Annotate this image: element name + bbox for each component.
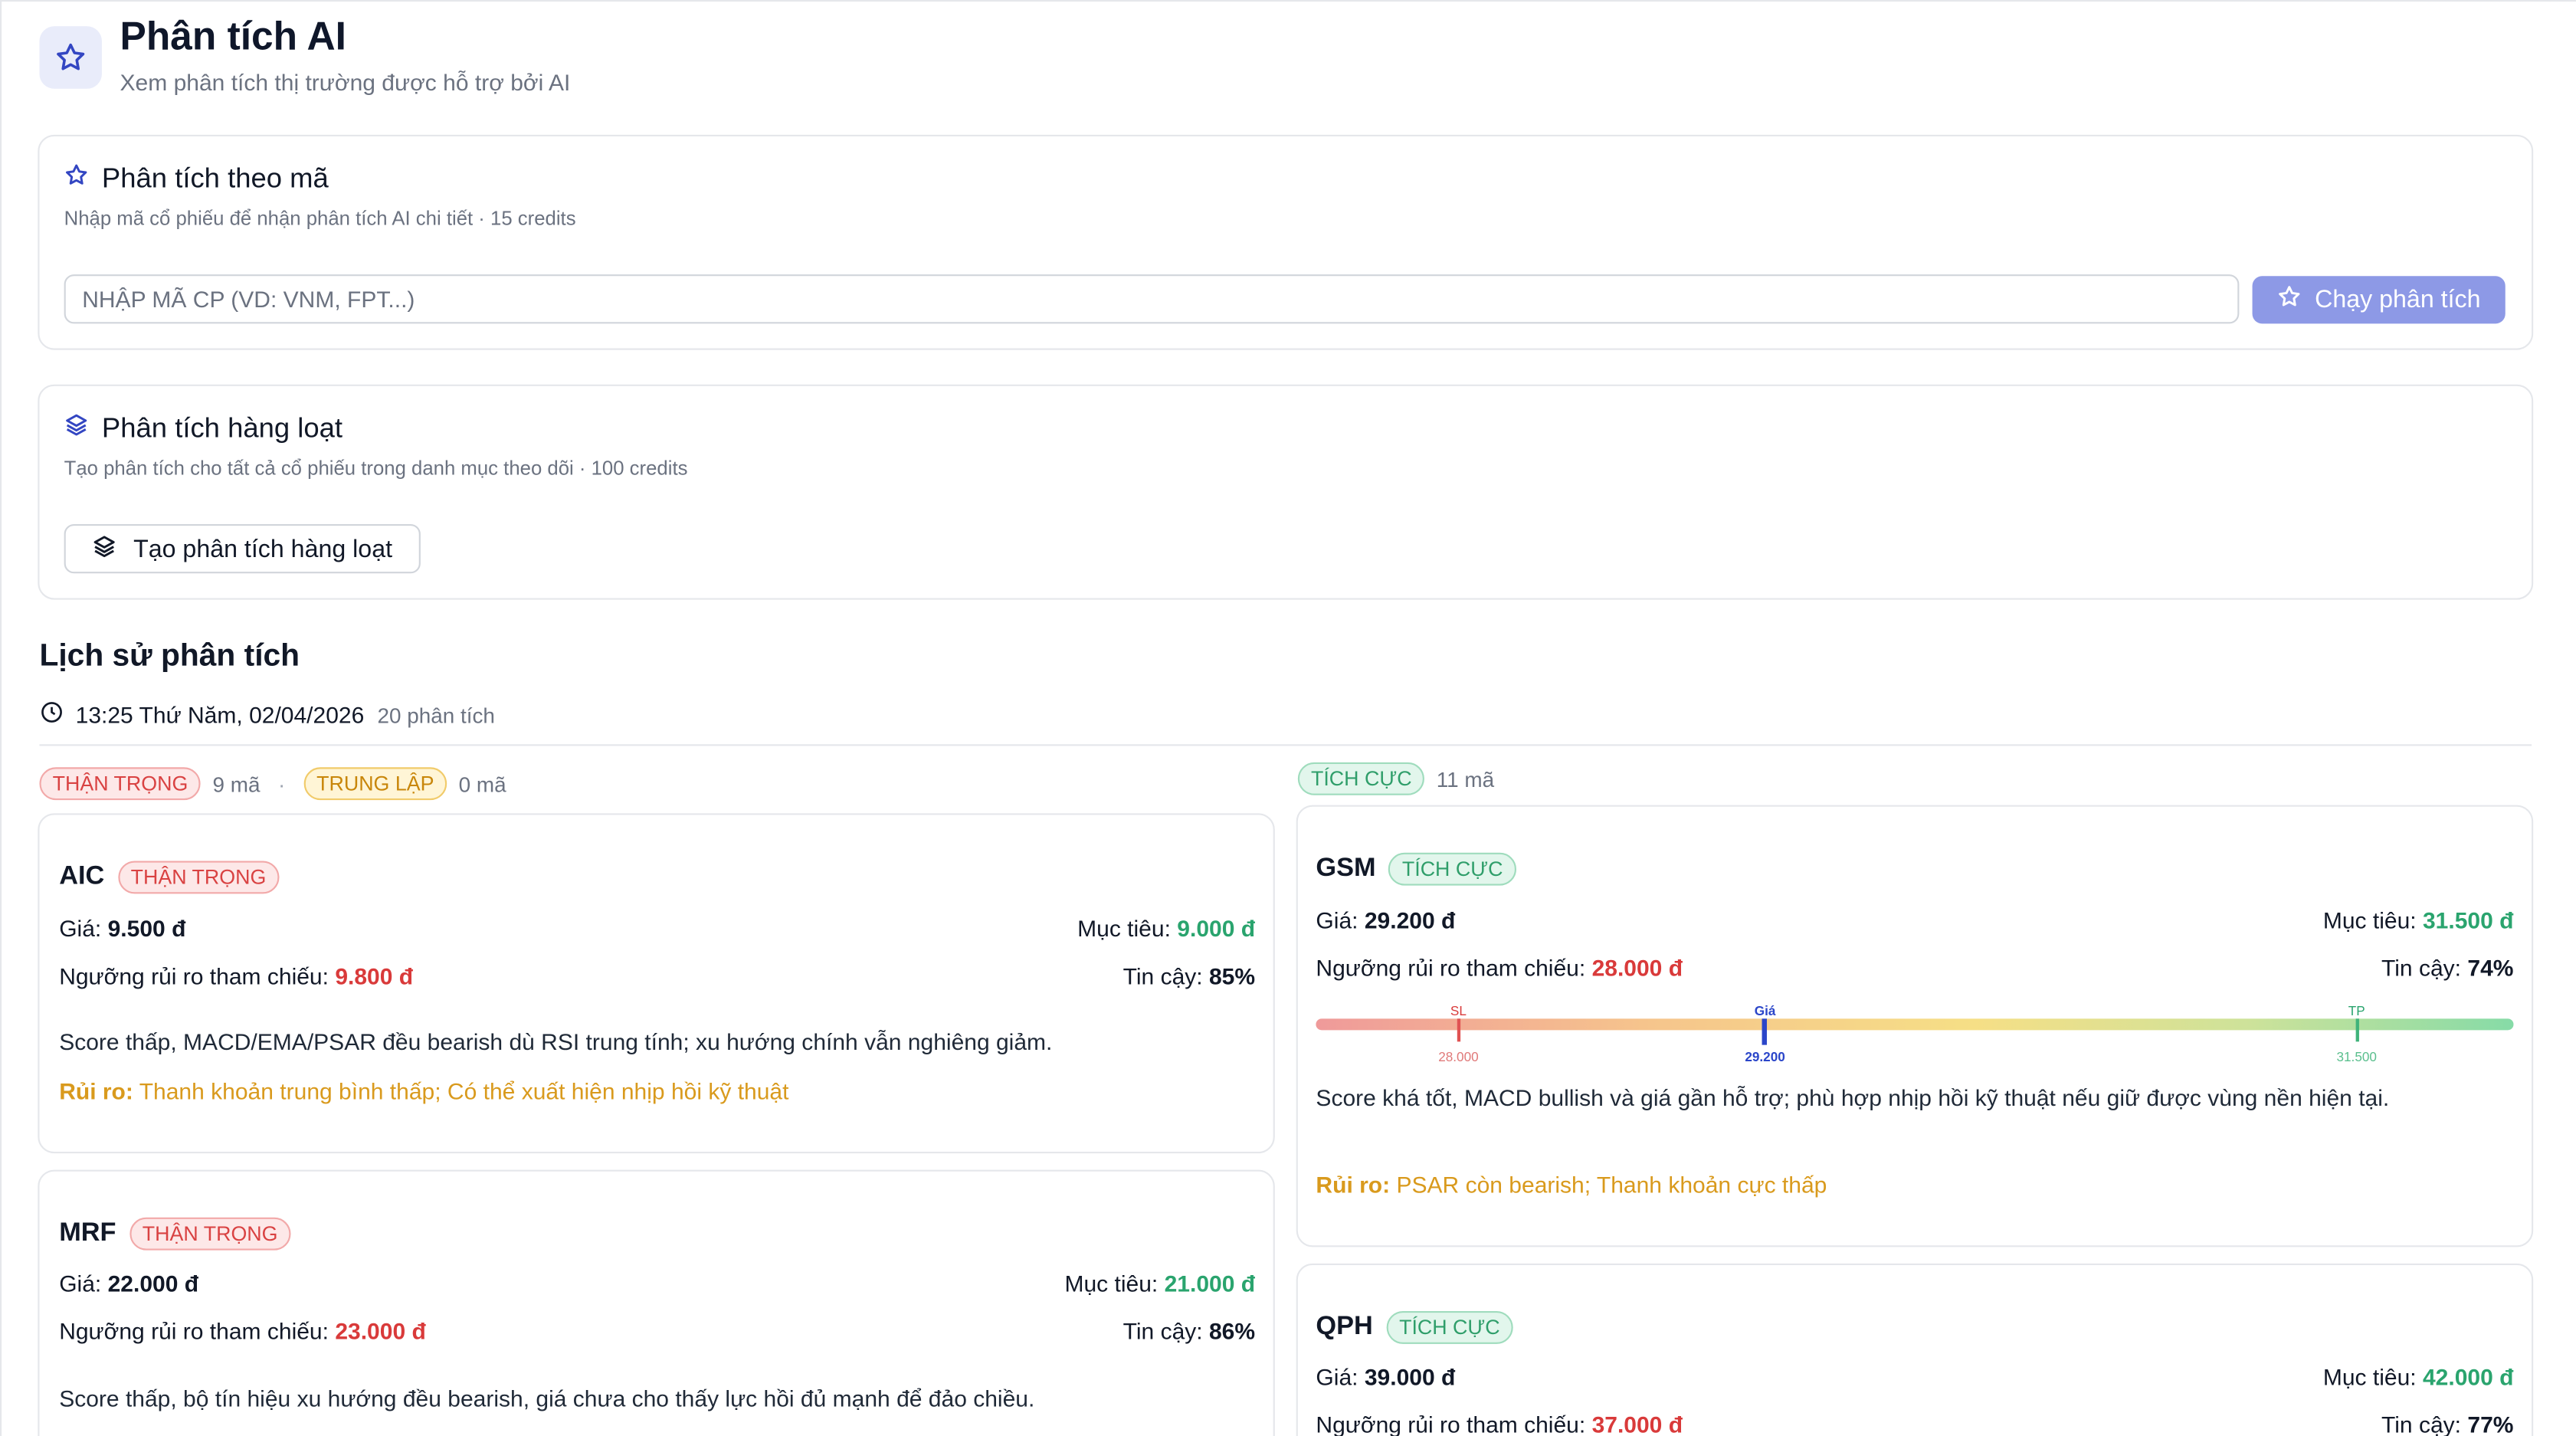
- card-price: Giá: 39.000 đ: [1316, 1363, 1456, 1390]
- analysis-card-aic[interactable]: AIC THẬN TRỌNG Giá: 9.500 đ Mục tiêu: 9.…: [38, 813, 1275, 1154]
- analysis-card-qph[interactable]: QPH TÍCH CỰC Giá: 39.000 đ Mục tiêu: 42.…: [1296, 1263, 2534, 1436]
- card-badge: THẬN TRỌNG: [129, 1217, 291, 1251]
- group-separator: ·: [278, 771, 286, 796]
- history-timestamp-row: 13:25 Thứ Năm, 02/04/2026 20 phân tích: [39, 700, 495, 729]
- card-symbol: QPH: [1316, 1313, 1373, 1341]
- group-badge-positive[interactable]: TÍCH CỰC: [1297, 762, 1425, 795]
- card-header: AIC THẬN TRỌNG: [59, 861, 280, 894]
- tp-value: 31.500: [2336, 1050, 2377, 1065]
- card-target: Mục tiêu: 42.000 đ: [2322, 1363, 2514, 1390]
- sl-label: SL: [1450, 1004, 1467, 1019]
- card-target: Mục tiêu: 9.000 đ: [1077, 915, 1256, 942]
- card-header: QPH TÍCH CỰC: [1316, 1310, 1513, 1344]
- sl-value: 28.000: [1438, 1050, 1479, 1065]
- symbol-analysis-title: Phân tích theo mã: [64, 162, 329, 195]
- batch-analysis-subtitle: Tạo phân tích cho tất cả cổ phiếu trong …: [64, 457, 688, 480]
- card-target: Mục tiêu: 21.000 đ: [1064, 1270, 1256, 1297]
- card-header: MRF THẬN TRỌNG: [59, 1217, 291, 1251]
- symbol-analysis-subtitle: Nhập mã cổ phiếu để nhận phân tích AI ch…: [64, 207, 576, 231]
- card-badge: TÍCH CỰC: [1388, 852, 1516, 886]
- card-note: Score khá tốt, MACD bullish và giá gần h…: [1316, 1084, 2390, 1111]
- run-analysis-button[interactable]: Chạy phân tích: [2252, 276, 2506, 324]
- card-badge: THẬN TRỌNG: [117, 861, 280, 894]
- page-title: Phân tích AI: [120, 15, 346, 60]
- group-count-positive: 11 mã: [1436, 766, 1495, 792]
- group-count-cautious: 9 mã: [212, 771, 261, 796]
- group-count-neutral: 0 mã: [458, 771, 506, 796]
- card-risk-ref: Ngưỡng rủi ro tham chiếu: 9.800 đ: [59, 962, 414, 989]
- card-risk-ref: Ngưỡng rủi ro tham chiếu: 28.000 đ: [1316, 954, 1683, 982]
- header-star-icon: [39, 26, 102, 89]
- card-confidence: Tin cậy: 74%: [2381, 954, 2514, 982]
- layers-icon: [92, 533, 116, 565]
- group-badge-neutral[interactable]: TRUNG LẬP: [303, 767, 447, 801]
- card-price: Giá: 22.000 đ: [59, 1270, 199, 1297]
- current-price-marker: [1762, 1018, 1768, 1045]
- take-profit-marker: [2355, 1018, 2358, 1042]
- clock-icon: [39, 700, 64, 729]
- card-risk: Rủi ro: Thanh khoản trung bình thấp; Có …: [59, 1077, 789, 1104]
- tp-label: TP: [2348, 1004, 2365, 1019]
- history-title: Lịch sử phân tích: [39, 639, 300, 674]
- card-confidence: Tin cậy: 86%: [1122, 1317, 1256, 1344]
- card-price: Giá: 29.200 đ: [1316, 907, 1456, 933]
- price-label: Giá: [1754, 1004, 1776, 1019]
- card-header: GSM TÍCH CỰC: [1316, 852, 1516, 886]
- page-subtitle: Xem phân tích thị trường được hỗ trợ bởi…: [120, 69, 571, 96]
- history-count: 20 phân tích: [377, 702, 495, 727]
- card-symbol: GSM: [1316, 854, 1376, 883]
- card-note: Score thấp, MACD/EMA/PSAR đều bearish dù…: [59, 1028, 1053, 1055]
- card-price: Giá: 9.500 đ: [59, 915, 186, 942]
- card-symbol: AIC: [59, 862, 105, 891]
- card-risk: Rủi ro: PSAR còn bearish; Thanh khoản cự…: [1316, 1171, 1827, 1198]
- price-value: 29.200: [1745, 1050, 1785, 1065]
- batch-analysis-button[interactable]: Tạo phân tích hàng loạt: [64, 523, 421, 574]
- card-confidence: Tin cậy: 77%: [2381, 1411, 2514, 1436]
- card-confidence: Tin cậy: 85%: [1122, 962, 1256, 989]
- group-badge-cautious[interactable]: THẬN TRỌNG: [39, 767, 202, 801]
- card-risk-ref: Ngưỡng rủi ro tham chiếu: 37.000 đ: [1316, 1411, 1683, 1436]
- card-note: Score thấp, bộ tín hiệu xu hướng đều bea…: [59, 1385, 1035, 1411]
- batch-analysis-title: Phân tích hàng loạt: [64, 412, 342, 445]
- card-badge: TÍCH CỰC: [1385, 1310, 1513, 1344]
- card-risk-ref: Ngưỡng rủi ro tham chiếu: 23.000 đ: [59, 1317, 426, 1344]
- star-icon: [64, 162, 89, 195]
- group-row-right: TÍCH CỰC 11 mã: [1297, 762, 1495, 795]
- group-row-left: THẬN TRỌNG 9 mã · TRUNG LẬP 0 mã: [39, 767, 506, 801]
- analysis-card-mrf[interactable]: MRF THẬN TRỌNG Giá: 22.000 đ Mục tiêu: 2…: [38, 1169, 1275, 1436]
- layers-icon: [64, 412, 89, 445]
- stop-loss-marker: [1457, 1018, 1460, 1042]
- symbol-input[interactable]: [64, 274, 2240, 324]
- star-icon: [2277, 284, 2302, 316]
- price-range-bar: SL Giá TP 28.000 29.200 31.500: [1316, 1004, 2514, 1064]
- card-target: Mục tiêu: 31.500 đ: [2322, 907, 2514, 933]
- history-divider: [39, 744, 2532, 746]
- history-timestamp: 13:25 Thứ Năm, 02/04/2026: [75, 701, 365, 728]
- card-symbol: MRF: [59, 1218, 116, 1247]
